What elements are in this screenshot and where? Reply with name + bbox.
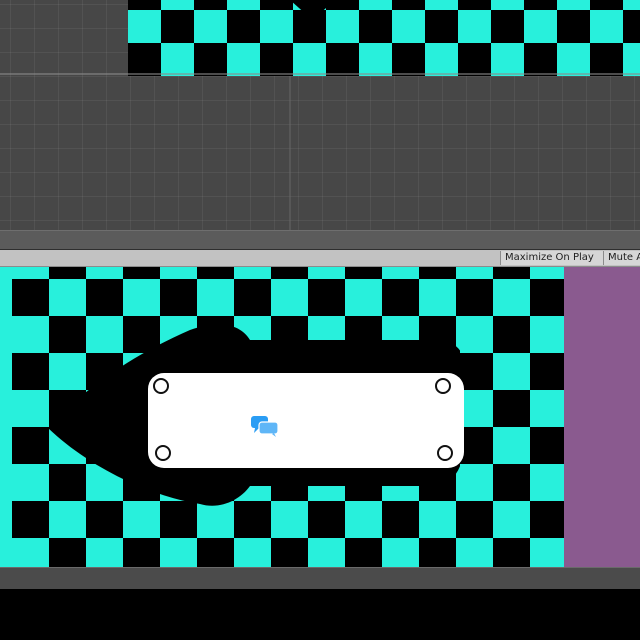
mute-audio-toggle[interactable]: Mute A (603, 251, 640, 265)
resize-handle-bottom-left[interactable] (155, 445, 171, 461)
status-bar (0, 567, 640, 589)
game-left-edge (0, 267, 12, 567)
resize-handle-top-left[interactable] (153, 378, 169, 394)
scene-checkerboard-sprite[interactable] (128, 0, 640, 76)
resize-handle-top-right[interactable] (435, 378, 451, 394)
game-view-toolbar: Maximize On Play Mute A (0, 250, 640, 267)
bottom-panel (0, 589, 640, 640)
pane-splitter[interactable] (0, 230, 640, 250)
maximize-on-play-toggle[interactable]: Maximize On Play (500, 251, 603, 265)
grid-axis-horizontal (0, 73, 640, 75)
resize-handle-bottom-right[interactable] (437, 445, 453, 461)
scene-view[interactable] (0, 0, 640, 230)
game-side-panel (564, 267, 640, 567)
speech-bubble-box[interactable] (148, 373, 464, 468)
speech-bubbles-icon (251, 416, 279, 437)
